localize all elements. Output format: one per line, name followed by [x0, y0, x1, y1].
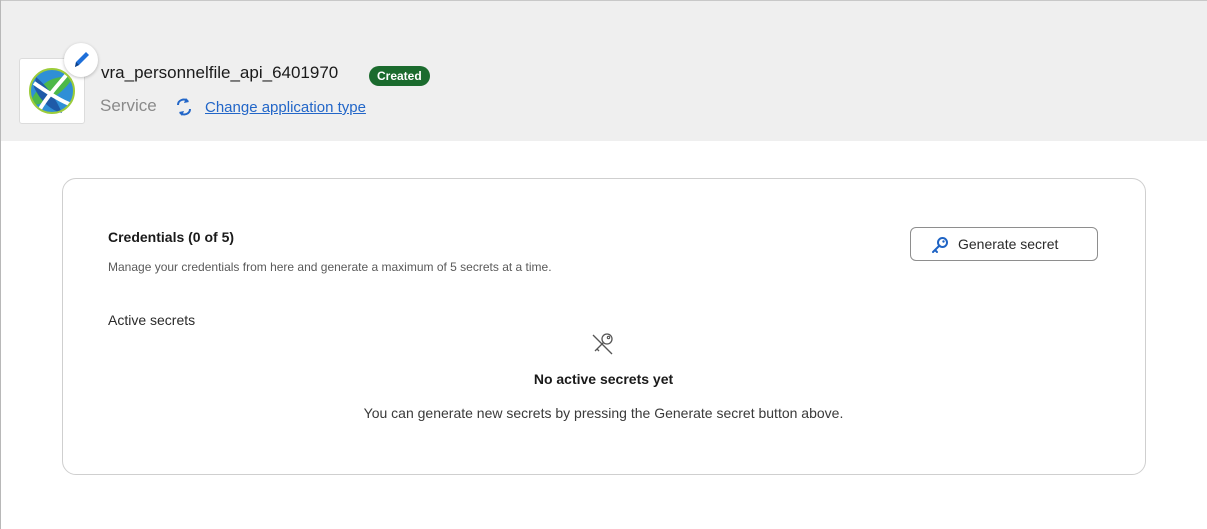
empty-state-title: No active secrets yet	[533, 371, 674, 387]
change-application-type-link[interactable]: Change application type	[205, 99, 366, 116]
credentials-title: Credentials (0 of 5)	[108, 229, 235, 245]
active-secrets-label: Active secrets	[108, 312, 196, 328]
credentials-card	[62, 178, 1146, 475]
credentials-description: Manage your credentials from here and ge…	[108, 260, 552, 274]
app-type-label: Service	[100, 96, 157, 115]
crossed-key-icon	[592, 333, 613, 355]
generate-secret-button[interactable]: Generate secret	[910, 227, 1098, 261]
generate-secret-label: Generate secret	[958, 236, 1059, 252]
status-badge: Created	[369, 66, 430, 86]
swap-arrows-icon[interactable]	[174, 96, 194, 118]
key-icon	[932, 237, 948, 253]
app-name: vra_personnelfile_api_6401970	[101, 63, 339, 82]
pencil-icon	[75, 52, 89, 67]
empty-state-description: You can generate new secrets by pressing…	[363, 405, 844, 421]
edit-app-button[interactable]	[64, 43, 98, 77]
